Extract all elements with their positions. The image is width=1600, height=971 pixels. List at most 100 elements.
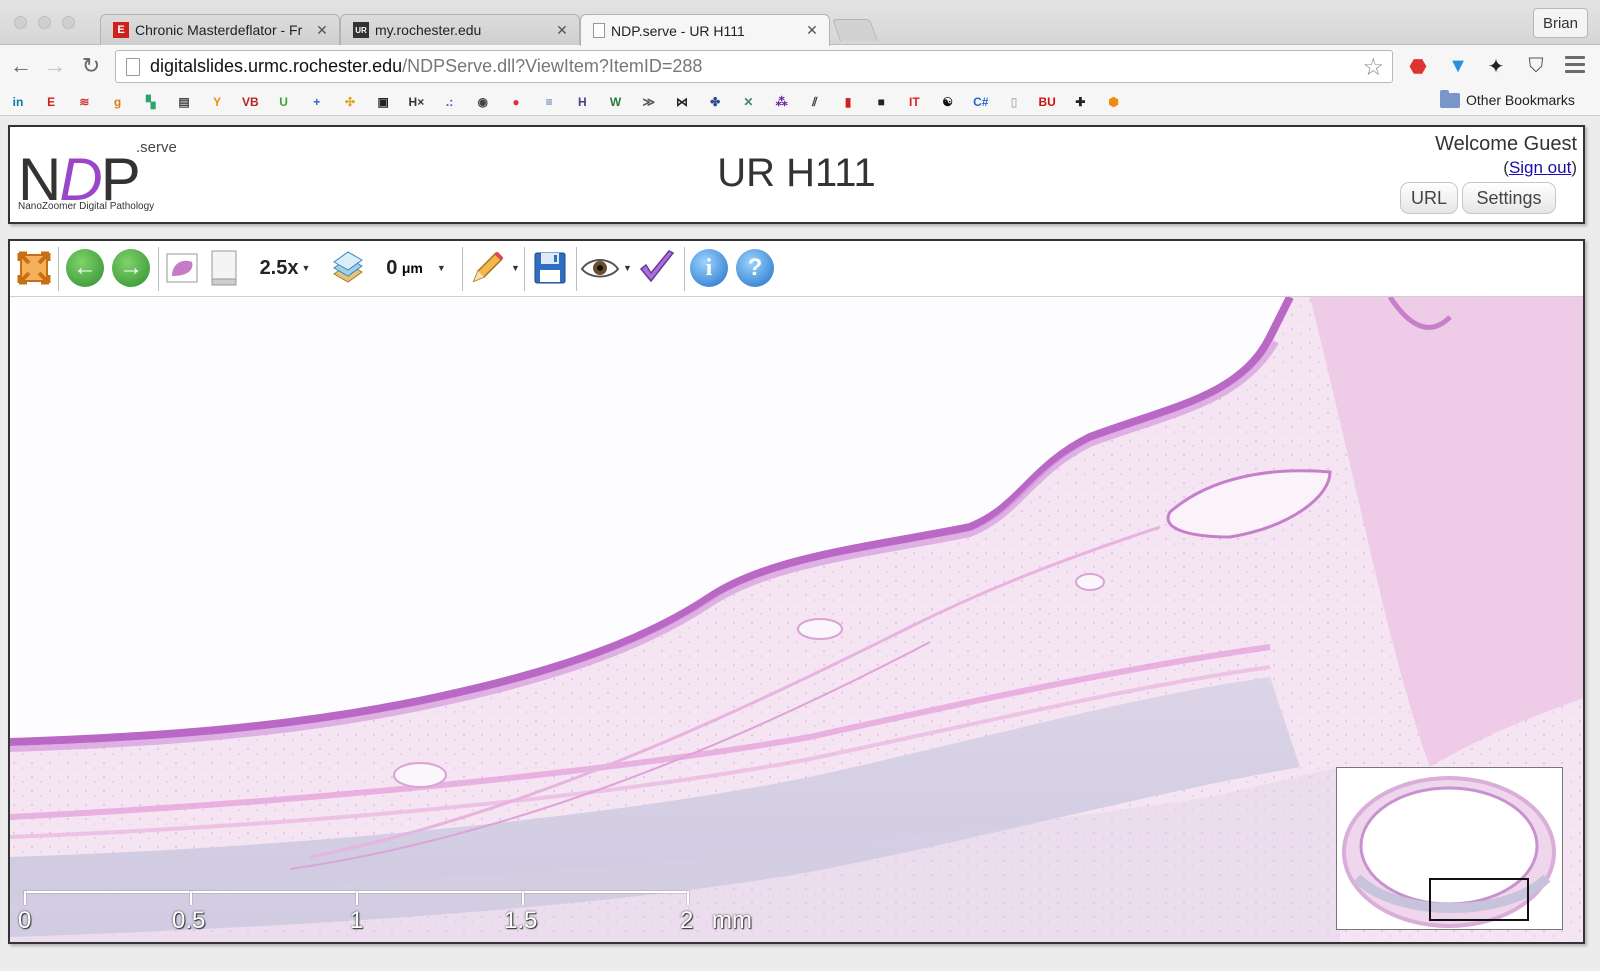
ur-logo-icon: UR	[353, 22, 369, 38]
focus-depth-dropdown[interactable]: 0 μm ▼	[376, 247, 456, 289]
bookmark-icon[interactable]: ✚	[1070, 92, 1090, 112]
pocket-icon[interactable]: ⛉	[1524, 54, 1548, 78]
fit-to-screen-icon[interactable]	[14, 247, 54, 289]
slide-viewer: ← → 2.5x ▼ 0 μm ▼ ▼ ▼ i ? 0 0.5 1 1.5 2 …	[8, 239, 1585, 944]
scale-label: 1	[350, 907, 364, 934]
help-button[interactable]: ?	[734, 247, 776, 289]
bookmark-icon[interactable]: ≫	[639, 92, 659, 112]
back-arrow-icon: ←	[66, 249, 104, 287]
tab-my-rochester[interactable]: UR my.rochester.edu ✕	[340, 14, 580, 45]
tab-ndp-serve[interactable]: NDP.serve - UR H111 ✕	[580, 14, 830, 46]
bookmark-icon[interactable]: BU	[1037, 92, 1057, 112]
checkmark-icon[interactable]	[636, 247, 678, 289]
bookmark-icon[interactable]: ◉	[473, 92, 493, 112]
bookmark-icon[interactable]: ⁂	[772, 92, 792, 112]
window-close-button[interactable]	[14, 16, 27, 29]
close-tab-icon[interactable]: ✕	[805, 22, 819, 39]
browser-toolbar: ← → ↻ digitalslides.urmc.rochester.edu/N…	[0, 45, 1600, 87]
overview-navigator[interactable]	[1336, 767, 1563, 930]
other-bookmarks[interactable]: Other Bookmarks	[1440, 89, 1575, 108]
back-arrow-icon[interactable]: ←	[8, 53, 34, 79]
sign-out-link[interactable]: Sign out	[1509, 158, 1571, 177]
settings-button[interactable]: Settings	[1462, 182, 1556, 214]
new-tab-button[interactable]	[831, 19, 879, 41]
focus-layers-icon[interactable]	[328, 247, 368, 289]
next-view-button[interactable]: →	[110, 247, 152, 289]
chevron-down-icon: ▼	[436, 263, 446, 273]
zoom-dropdown[interactable]: 2.5x ▼	[250, 247, 320, 289]
profile-button[interactable]: Brian	[1532, 8, 1588, 38]
bookmark-icon[interactable]: ▤	[174, 92, 194, 112]
slide-thumbnail-icon[interactable]	[162, 247, 202, 289]
bookmark-icon[interactable]: .:	[440, 92, 460, 112]
annotate-pencil-icon[interactable]: ▼	[466, 247, 522, 289]
window-minimize-button[interactable]	[38, 16, 51, 29]
chevron-down-icon: ▼	[301, 263, 311, 273]
bookmark-icon[interactable]: ⬢	[1104, 92, 1124, 112]
welcome-text: Welcome Guest	[1435, 133, 1577, 155]
bookmark-star-icon[interactable]: ☆	[1362, 53, 1384, 82]
chevron-down-icon: ▼	[511, 263, 520, 273]
folder-icon	[1440, 89, 1460, 108]
bookmark-icon[interactable]: ▚	[141, 92, 161, 112]
logo-subtitle: NanoZoomer Digital Pathology	[18, 201, 155, 212]
bookmark-icon[interactable]: VB	[240, 92, 260, 112]
url-button[interactable]: URL	[1400, 182, 1458, 214]
url-host: digitalslides.urmc.rochester.edu	[150, 56, 403, 76]
viewer-toolbar: ← → 2.5x ▼ 0 μm ▼ ▼ ▼ i ?	[10, 241, 1583, 297]
bookmark-icon[interactable]: ≋	[74, 92, 94, 112]
bookmark-icon[interactable]: ▣	[373, 92, 393, 112]
page-icon	[593, 23, 605, 38]
slide-label-icon[interactable]	[206, 247, 242, 289]
slide-image-canvas[interactable]: 0 0.5 1 1.5 2 mm	[10, 297, 1583, 942]
bookmark-icon[interactable]: ✣	[340, 92, 360, 112]
adblock-icon[interactable]: ⬣	[1406, 54, 1430, 78]
tab-label: my.rochester.edu	[375, 22, 482, 38]
bookmark-icon[interactable]: W	[606, 92, 626, 112]
bookmark-icon[interactable]: ⋈	[672, 92, 692, 112]
bookmark-icon[interactable]: in	[8, 92, 28, 112]
address-bar[interactable]: digitalslides.urmc.rochester.edu/NDPServ…	[115, 50, 1393, 83]
close-tab-icon[interactable]: ✕	[315, 22, 329, 39]
focus-unit: μm	[401, 260, 423, 276]
bookmark-icon[interactable]: ☯	[938, 92, 958, 112]
bookmark-icon[interactable]: Y	[207, 92, 227, 112]
close-tab-icon[interactable]: ✕	[555, 22, 569, 39]
previous-view-button[interactable]: ←	[64, 247, 106, 289]
bookmark-icon[interactable]: H×	[406, 92, 426, 112]
window-zoom-button[interactable]	[62, 16, 75, 29]
bookmark-icon[interactable]: g	[108, 92, 128, 112]
tab-chronic-masterdeflator[interactable]: E Chronic Masterdeflator - Fr ✕	[100, 14, 340, 45]
view-eye-icon[interactable]: ▼	[580, 247, 632, 289]
tab-label: Chronic Masterdeflator - Fr	[135, 22, 303, 38]
bookmark-icon[interactable]: E	[41, 92, 61, 112]
bookmark-icon[interactable]: IT	[904, 92, 924, 112]
focus-value: 0	[386, 256, 398, 279]
bookmark-icon[interactable]: ■	[871, 92, 891, 112]
overview-viewport-rectangle[interactable]	[1429, 878, 1529, 921]
ndp-header: NDP .serve NanoZoomer Digital Pathology …	[8, 125, 1585, 224]
bookmark-icon[interactable]: U	[274, 92, 294, 112]
e-logo-icon: E	[113, 22, 129, 38]
bookmark-icon[interactable]: ⫽	[805, 92, 825, 112]
forward-arrow-icon: →	[112, 249, 150, 287]
chrome-menu-icon[interactable]	[1565, 56, 1585, 74]
scale-label: 1.5	[504, 907, 538, 934]
bookmark-icon[interactable]: ✤	[705, 92, 725, 112]
info-button[interactable]: i	[688, 247, 730, 289]
forward-arrow-icon[interactable]: →	[42, 53, 68, 79]
ghostery-icon[interactable]: ▼	[1446, 54, 1470, 78]
bookmark-icon[interactable]: H	[572, 92, 592, 112]
bookmark-icon[interactable]: ▯	[1004, 92, 1024, 112]
save-floppy-icon[interactable]	[530, 247, 570, 289]
reload-icon[interactable]: ↻	[78, 53, 104, 79]
extension-icon[interactable]: ✦	[1484, 54, 1508, 78]
other-bookmarks-label: Other Bookmarks	[1466, 92, 1575, 108]
bookmark-icon[interactable]: ▮	[838, 92, 858, 112]
bookmark-icon[interactable]: ≡	[539, 92, 559, 112]
bookmark-icon[interactable]: +	[307, 92, 327, 112]
bookmark-icon[interactable]: ✕	[738, 92, 758, 112]
bookmark-icon[interactable]: ●	[506, 92, 526, 112]
page-icon	[126, 58, 140, 76]
bookmark-icon[interactable]: C#	[971, 92, 991, 112]
